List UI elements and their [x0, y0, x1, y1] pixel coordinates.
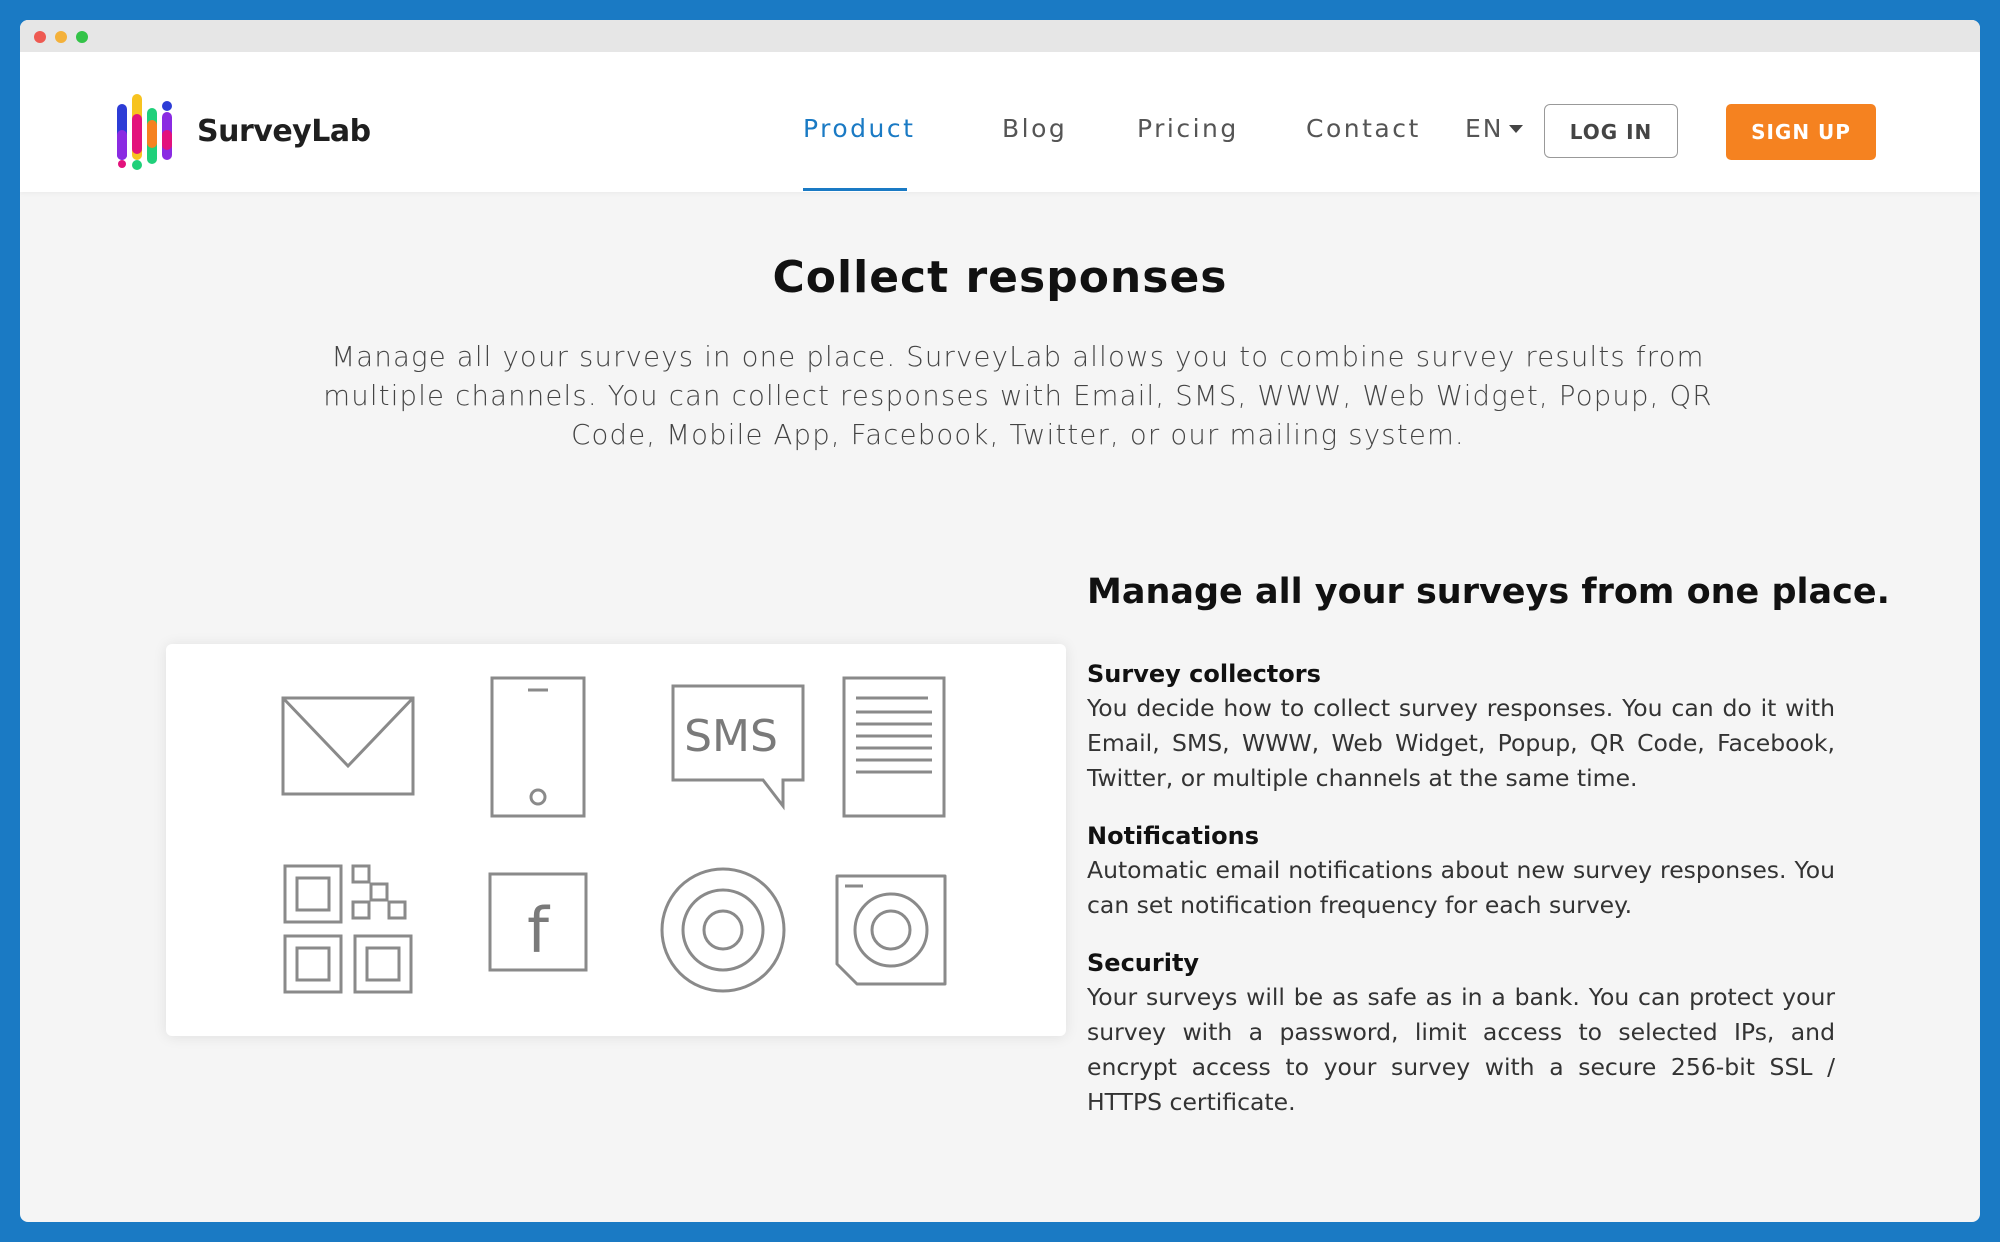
facebook-letter: f	[527, 894, 551, 967]
window-titlebar	[20, 20, 1980, 52]
document-icon	[842, 676, 946, 818]
feature-security: Security Your surveys will be as safe as…	[1087, 946, 1835, 1120]
active-nav-indicator	[803, 188, 907, 191]
nav-contact[interactable]: Contact	[1306, 114, 1421, 143]
channels-card: SMS f	[166, 644, 1066, 1036]
login-button[interactable]: LOG IN	[1544, 104, 1678, 158]
minimize-window-button[interactable]	[55, 31, 67, 43]
nav-product[interactable]: Product	[803, 114, 915, 143]
target-icon	[659, 866, 787, 994]
sms-icon: SMS	[671, 684, 805, 814]
features-title: Manage all your surveys from one place.	[1087, 572, 1890, 612]
sms-label: SMS	[684, 711, 778, 762]
feature-notifications: Notifications Automatic email notificati…	[1087, 819, 1835, 923]
feature-text: You decide how to collect survey respons…	[1087, 694, 1835, 792]
brand-name: SurveyLab	[197, 114, 371, 149]
feature-heading: Survey collectors	[1087, 660, 1321, 688]
feature-survey-collectors: Survey collectors You decide how to coll…	[1087, 657, 1835, 796]
qr-code-icon	[283, 864, 413, 994]
email-icon	[281, 696, 415, 796]
page-title: Collect responses	[772, 252, 1228, 303]
browser-window: SurveyLab Product Blog Pricing Contact E…	[20, 20, 1980, 1222]
close-window-button[interactable]	[34, 31, 46, 43]
feature-text: Automatic email notifications about new …	[1087, 856, 1835, 919]
maximize-window-button[interactable]	[76, 31, 88, 43]
chevron-down-icon[interactable]	[1509, 125, 1523, 133]
hero-description: Manage all your surveys in one place. Su…	[323, 341, 1713, 451]
site-header: SurveyLab Product Blog Pricing Contact E…	[20, 52, 1980, 192]
feature-heading: Notifications	[1087, 822, 1260, 850]
language-selector[interactable]: EN	[1465, 114, 1504, 143]
facebook-icon: f	[488, 872, 588, 972]
signup-button[interactable]: SIGN UP	[1726, 104, 1876, 160]
feature-heading: Security	[1087, 949, 1200, 977]
mobile-icon	[490, 676, 586, 818]
logo-bars-icon	[117, 94, 172, 170]
feature-text: Your surveys will be as safe as in a ban…	[1087, 983, 1835, 1116]
nav-blog[interactable]: Blog	[1002, 114, 1067, 143]
surveylab-logo[interactable]: SurveyLab	[117, 90, 417, 170]
widget-icon	[835, 874, 947, 986]
nav-pricing[interactable]: Pricing	[1137, 114, 1239, 143]
